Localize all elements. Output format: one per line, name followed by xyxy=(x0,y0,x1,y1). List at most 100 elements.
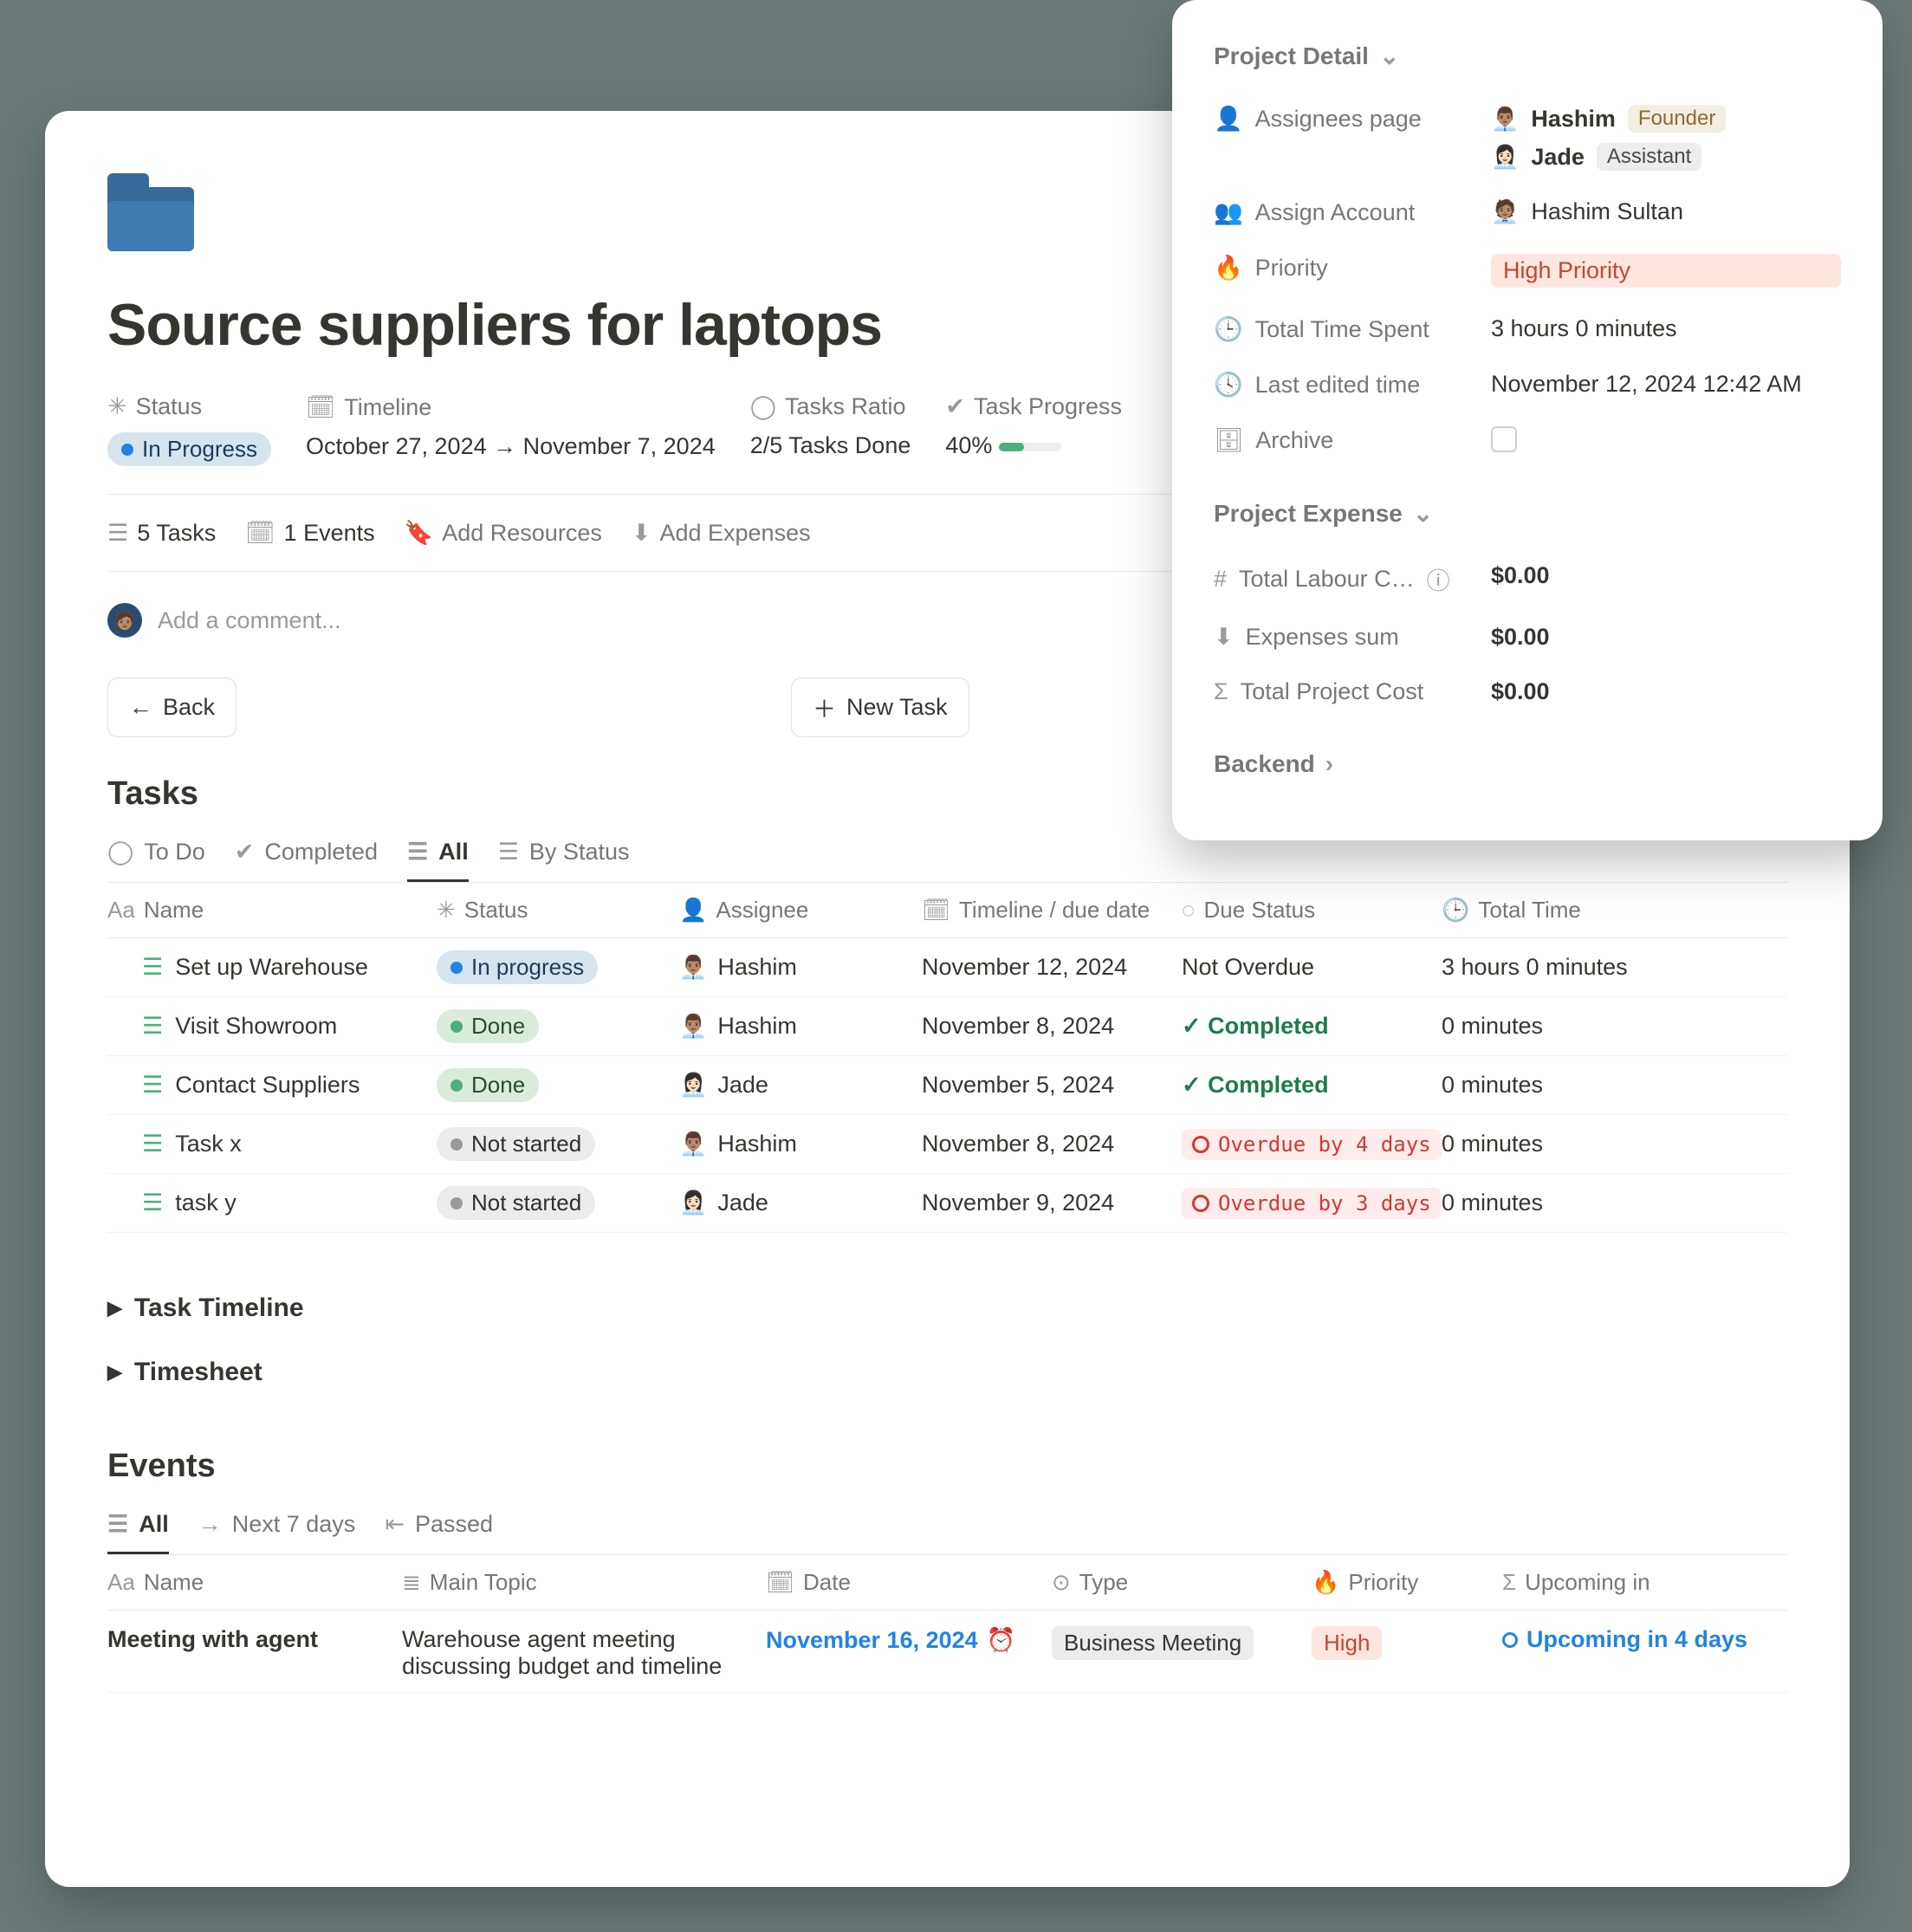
task-timeline: November 8, 2024 xyxy=(922,1131,1182,1157)
events-link[interactable]: 🗓1 Events xyxy=(245,519,374,547)
task-icon: ☰ xyxy=(142,954,163,981)
list-icon: ☰ xyxy=(407,839,428,866)
clock-icon: 🕒 xyxy=(1214,315,1243,343)
project-expense-title[interactable]: Project Expense⌄ xyxy=(1214,499,1841,528)
status-pill[interactable]: Not started xyxy=(437,1186,595,1220)
priority-value[interactable]: High Priority xyxy=(1491,254,1841,288)
avatar-icon: 🧑🏽‍💼 xyxy=(1491,198,1519,225)
tasks-header: AaName ✳Status 👤Assignee 🗓Timeline / due… xyxy=(107,883,1787,938)
task-icon: ☰ xyxy=(142,1072,163,1099)
progress-icon: ✔ xyxy=(945,393,965,420)
task-timeline-toggle[interactable]: ▶Task Timeline xyxy=(107,1276,1787,1340)
archive-icon: 🗄 xyxy=(1214,426,1243,454)
table-row[interactable]: ☰task yNot started👩🏻‍💼JadeNovember 9, 20… xyxy=(107,1174,1787,1233)
account-label: Assign Account xyxy=(1255,199,1416,226)
ratio-value: 2/5 Tasks Done xyxy=(750,432,911,459)
event-row[interactable]: Meeting with agent Warehouse agent meeti… xyxy=(107,1611,1787,1693)
ratio-icon: ◯ xyxy=(750,393,776,420)
text-icon: Aa xyxy=(107,1569,135,1596)
new-task-button[interactable]: ＋New Task xyxy=(791,677,969,737)
assignee-name: Jade xyxy=(717,1072,768,1099)
tasks-body: ☰Set up WarehouseIn progress👨🏽‍💼HashimNo… xyxy=(107,938,1787,1233)
clock-icon: 🕓 xyxy=(1214,371,1243,399)
arrow-right-icon: → xyxy=(198,1511,222,1538)
total-label: Total Project Cost xyxy=(1241,678,1424,705)
table-row[interactable]: ☰Task xNot started👨🏽‍💼HashimNovember 8, … xyxy=(107,1115,1787,1174)
ring-icon xyxy=(1192,1136,1209,1153)
task-timeline: November 5, 2024 xyxy=(922,1072,1182,1099)
assignees-value: 👨🏽‍💼HashimFounder 👩🏻‍💼JadeAssistant xyxy=(1491,105,1841,171)
person-icon: 👤 xyxy=(679,897,707,924)
avatar-icon: 👩🏻‍💼 xyxy=(679,1190,707,1216)
table-row[interactable]: ☰Visit ShowroomDone👨🏽‍💼HashimNovember 8,… xyxy=(107,997,1787,1056)
status-pill[interactable]: Done xyxy=(437,1068,539,1102)
total-time: 3 hours 0 minutes xyxy=(1442,954,1667,981)
status-icon: ✳ xyxy=(107,393,127,420)
status-pill[interactable]: In Progress xyxy=(107,432,271,466)
status-pill[interactable]: Not started xyxy=(437,1127,595,1161)
project-detail-title[interactable]: Project Detail⌄ xyxy=(1214,42,1841,70)
assignee-person[interactable]: 👩🏻‍💼JadeAssistant xyxy=(1491,143,1841,171)
alarm-icon: ⏰ xyxy=(987,1626,1016,1654)
add-resources-link[interactable]: 🔖Add Resources xyxy=(405,519,602,547)
account-value[interactable]: 🧑🏽‍💼Hashim Sultan xyxy=(1491,198,1841,225)
total-time: 0 minutes xyxy=(1442,1072,1667,1099)
tasks-icon: ☰ xyxy=(107,520,128,547)
expense-icon: ⬇ xyxy=(632,520,651,547)
tab-completed[interactable]: ✔Completed xyxy=(235,830,378,882)
event-type: Business Meeting xyxy=(1052,1626,1254,1660)
events-header: AaName ≣Main Topic 🗓Date ⊙Type 🔥Priority… xyxy=(107,1555,1787,1611)
due-status: ✓ Completed xyxy=(1182,1072,1442,1099)
due-status: Not Overdue xyxy=(1182,954,1442,981)
status-pill[interactable]: Done xyxy=(437,1009,539,1043)
info-icon: ⓘ xyxy=(1427,562,1450,596)
due-status: ✓ Completed xyxy=(1182,1013,1442,1040)
tasks-link[interactable]: ☰5 Tasks xyxy=(107,519,216,547)
event-date[interactable]: November 16, 2024⏰ xyxy=(766,1626,1052,1654)
assignee-person[interactable]: 👨🏽‍💼HashimFounder xyxy=(1491,105,1841,133)
task-icon: ☰ xyxy=(142,1131,163,1157)
tab-passed[interactable]: ⇤Passed xyxy=(385,1502,493,1554)
tab-all[interactable]: ☰All xyxy=(407,830,469,882)
timeline-value[interactable]: October 27, 2024 → November 7, 2024 xyxy=(306,433,716,460)
plus-icon: ＋ xyxy=(813,690,836,724)
timesheet-toggle[interactable]: ▶Timesheet xyxy=(107,1340,1787,1404)
check-circle-icon: ✔ xyxy=(235,839,255,866)
avatar-icon: 👨🏽‍💼 xyxy=(679,954,707,981)
avatar-icon: 👨🏽‍💼 xyxy=(679,1131,707,1157)
priority-icon: 🔥 xyxy=(1214,254,1243,282)
ratio-label: Tasks Ratio xyxy=(785,393,906,420)
events-heading: Events xyxy=(107,1448,1787,1485)
status-pill[interactable]: In progress xyxy=(437,950,598,984)
labour-label: Total Labour C… xyxy=(1239,566,1415,593)
comment-input[interactable]: Add a comment... xyxy=(158,607,341,634)
avatar-icon: 👩🏻‍💼 xyxy=(1491,144,1519,171)
project-detail-panel: Project Detail⌄ 👤Assignees page 👨🏽‍💼Hash… xyxy=(1172,0,1883,840)
task-icon: ☰ xyxy=(142,1013,163,1040)
table-row[interactable]: ☰Contact SuppliersDone👩🏻‍💼JadeNovember 5… xyxy=(107,1056,1787,1115)
archive-checkbox[interactable] xyxy=(1491,426,1517,452)
event-name: Meeting with agent xyxy=(107,1626,402,1653)
priority-label: Priority xyxy=(1255,255,1328,282)
total-time: 0 minutes xyxy=(1442,1013,1667,1040)
tab-events-all[interactable]: ☰All xyxy=(107,1502,169,1554)
tab-by-status[interactable]: ☰By Status xyxy=(498,830,630,882)
archive-label: Archive xyxy=(1255,427,1333,454)
check-icon: ✓ xyxy=(1182,1072,1202,1098)
time-label: Total Time Spent xyxy=(1255,316,1429,343)
back-button[interactable]: ←Back xyxy=(107,677,237,737)
add-expenses-link[interactable]: ⬇Add Expenses xyxy=(632,519,811,547)
ring-icon xyxy=(1502,1632,1518,1648)
timeline-label: Timeline xyxy=(344,394,431,421)
task-name-text: Task x xyxy=(175,1131,242,1157)
chevron-right-icon: › xyxy=(1325,750,1333,778)
tab-todo[interactable]: ◯To Do xyxy=(107,830,205,882)
table-row[interactable]: ☰Set up WarehouseIn progress👨🏽‍💼HashimNo… xyxy=(107,938,1787,997)
bookmark-icon: 🔖 xyxy=(405,519,434,547)
avatar-icon: 👨🏽‍💼 xyxy=(679,1013,707,1040)
chevron-down-icon: ⌄ xyxy=(1413,499,1433,528)
tab-next7[interactable]: →Next 7 days xyxy=(198,1502,356,1554)
backend-section[interactable]: Backend› xyxy=(1214,750,1841,778)
progress-label: Task Progress xyxy=(974,393,1122,420)
due-status: Overdue by 4 days xyxy=(1182,1129,1442,1160)
